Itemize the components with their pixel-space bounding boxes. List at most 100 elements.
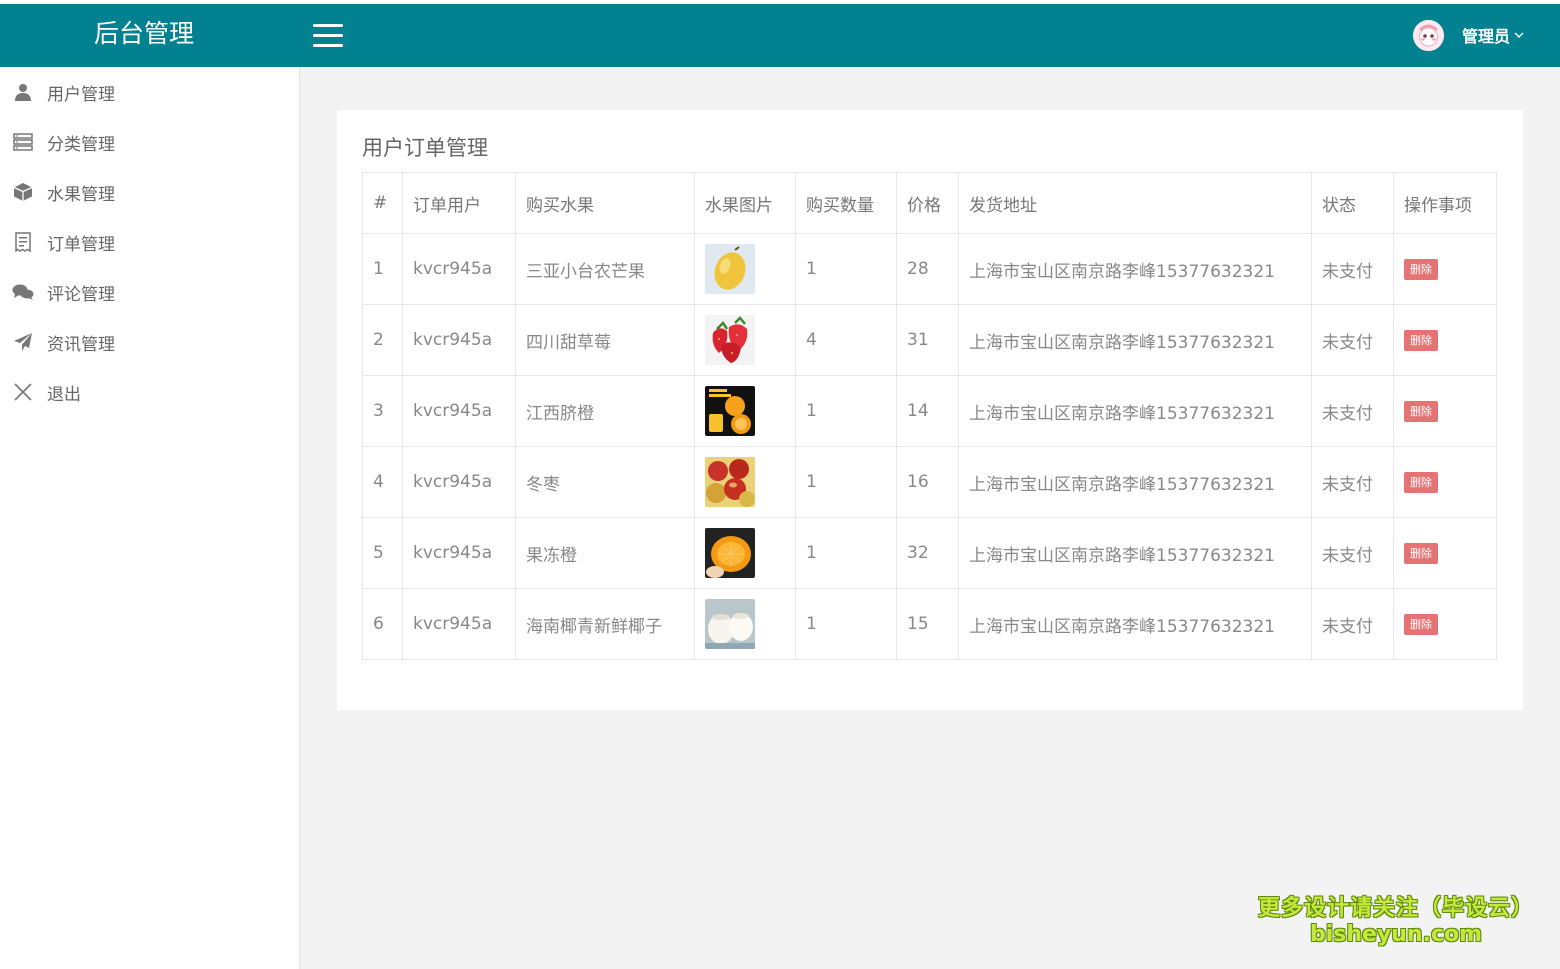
orders-table: # 订单用户 购买水果 水果图片 购买数量 价格 发货地址 状态 操作事项 1 … — [362, 172, 1497, 660]
cell-image — [694, 446, 796, 518]
watermark-line: 更多设计请关注（毕设云） — [1257, 896, 1534, 921]
cell-fruit: 三亚小台农芒果 — [515, 233, 695, 305]
close-icon — [11, 380, 35, 404]
cell-image — [694, 375, 796, 447]
app-brand: 后台管理 — [93, 19, 194, 48]
sidebar-item-fruits[interactable]: 水果管理 — [0, 167, 299, 217]
cell-qty: 1 — [795, 588, 897, 660]
cell-price: 15 — [896, 588, 959, 660]
user-name: 管理员 — [1461, 27, 1510, 46]
cell-id: 5 — [362, 517, 403, 589]
cell-price: 31 — [896, 304, 959, 376]
cube-icon — [11, 180, 35, 204]
mango-image — [705, 244, 755, 294]
cell-status: 未支付 — [1311, 446, 1394, 518]
sidebar-item-logout[interactable]: 退出 — [0, 367, 299, 417]
cell-status: 未支付 — [1311, 233, 1394, 305]
cell-status: 未支付 — [1311, 304, 1394, 376]
sidebar-item-label: 水果管理 — [47, 184, 115, 205]
delete-button[interactable]: 删除 — [1404, 330, 1438, 351]
column-header: 水果图片 — [694, 172, 796, 234]
cell-id: 4 — [362, 446, 403, 518]
watermark-url: bisheyun.com — [1309, 922, 1483, 947]
cell-action: 删除 — [1393, 375, 1497, 447]
column-header: 购买水果 — [515, 172, 695, 234]
column-header: 订单用户 — [402, 172, 516, 234]
cell-qty: 1 — [795, 446, 897, 518]
cell-address: 上海市宝山区南京路李峰15377632321 — [958, 375, 1312, 447]
cell-price: 16 — [896, 446, 959, 518]
strawberry-image — [705, 315, 755, 365]
receipt-icon — [11, 230, 35, 254]
delete-button[interactable]: 删除 — [1404, 259, 1438, 280]
cell-action: 删除 — [1393, 517, 1497, 589]
cell-qty: 4 — [795, 304, 897, 376]
page-title: 用户订单管理 — [362, 136, 488, 160]
orders-panel: 用户订单管理 # 订单用户 购买水果 水果图片 购买数量 价格 发货地址 状态 … — [337, 110, 1523, 710]
hamburger-icon-bar — [313, 24, 343, 27]
column-header: # — [362, 172, 403, 234]
cell-action: 删除 — [1393, 233, 1497, 305]
sidebar-item-label: 资讯管理 — [47, 334, 115, 355]
cell-id: 6 — [362, 588, 403, 660]
chevron-down-icon — [1514, 32, 1524, 39]
comments-icon — [11, 280, 35, 304]
coconut-image — [705, 599, 755, 649]
cell-user: kvcr945a — [402, 304, 516, 376]
cell-fruit: 海南椰青新鲜椰子 — [515, 588, 695, 660]
cell-user: kvcr945a — [402, 375, 516, 447]
delete-button[interactable]: 删除 — [1404, 472, 1438, 493]
table-row: 6 kvcr945a 海南椰青新鲜椰子 1 15 上海市宝山区南京路李峰1537… — [362, 588, 1497, 660]
table-row: 3 kvcr945a 江西脐橙 1 14 上海市宝山区南京路李峰15377632… — [362, 375, 1497, 447]
column-header: 状态 — [1311, 172, 1394, 234]
cell-status: 未支付 — [1311, 517, 1394, 589]
cell-user: kvcr945a — [402, 446, 516, 518]
table-row: 5 kvcr945a 果冻橙 1 32 上海市宝山区南京路李峰153776323… — [362, 517, 1497, 589]
cell-action: 删除 — [1393, 304, 1497, 376]
column-header: 发货地址 — [958, 172, 1312, 234]
sidebar: 用户管理 分类管理 水果管理 订单管理 评论管理 资讯管理 退出 — [0, 67, 300, 969]
sidebar-item-orders[interactable]: 订单管理 — [0, 217, 299, 267]
cell-action: 删除 — [1393, 446, 1497, 518]
sidebar-item-label: 评论管理 — [47, 284, 115, 305]
user-icon — [11, 80, 35, 104]
column-header: 购买数量 — [795, 172, 897, 234]
cell-address: 上海市宝山区南京路李峰15377632321 — [958, 517, 1312, 589]
cell-status: 未支付 — [1311, 375, 1394, 447]
cell-address: 上海市宝山区南京路李峰15377632321 — [958, 233, 1312, 305]
sidebar-item-label: 用户管理 — [47, 84, 115, 105]
cell-id: 2 — [362, 304, 403, 376]
user-menu[interactable]: 管理员 — [1412, 17, 1524, 53]
sidebar-item-categories[interactable]: 分类管理 — [0, 117, 299, 167]
cell-image — [694, 233, 796, 305]
cell-address: 上海市宝山区南京路李峰15377632321 — [958, 446, 1312, 518]
cell-image — [694, 304, 796, 376]
table-row: 4 kvcr945a 冬枣 1 16 上海市宝山区南京路李峰1537763232… — [362, 446, 1497, 518]
table-header-row: # 订单用户 购买水果 水果图片 购买数量 价格 发货地址 状态 操作事项 — [362, 172, 1497, 234]
cell-id: 3 — [362, 375, 403, 447]
column-header: 价格 — [896, 172, 959, 234]
navel-orange-image — [705, 386, 755, 436]
cell-user: kvcr945a — [402, 588, 516, 660]
menu-toggle-button[interactable] — [313, 24, 343, 50]
sidebar-item-news[interactable]: 资讯管理 — [0, 317, 299, 367]
cell-user: kvcr945a — [402, 517, 516, 589]
cell-qty: 1 — [795, 517, 897, 589]
watermark: 更多设计请关注（毕设云） bisheyun.com — [1258, 890, 1534, 947]
sidebar-item-comments[interactable]: 评论管理 — [0, 267, 299, 317]
cell-price: 14 — [896, 375, 959, 447]
cell-qty: 1 — [795, 233, 897, 305]
cell-user: kvcr945a — [402, 233, 516, 305]
table-row: 1 kvcr945a 三亚小台农芒果 1 28 上海市宝山区南京路李峰15377… — [362, 233, 1497, 305]
sidebar-item-label: 订单管理 — [47, 234, 115, 255]
delete-button[interactable]: 删除 — [1404, 401, 1438, 422]
sidebar-item-label: 分类管理 — [47, 134, 115, 155]
cell-image — [694, 517, 796, 589]
sidebar-item-users[interactable]: 用户管理 — [0, 67, 299, 117]
delete-button[interactable]: 删除 — [1404, 543, 1438, 564]
list-icon — [11, 130, 35, 154]
column-header: 操作事项 — [1393, 172, 1497, 234]
delete-button[interactable]: 删除 — [1404, 614, 1438, 635]
cell-price: 28 — [896, 233, 959, 305]
cell-fruit: 果冻橙 — [515, 517, 695, 589]
